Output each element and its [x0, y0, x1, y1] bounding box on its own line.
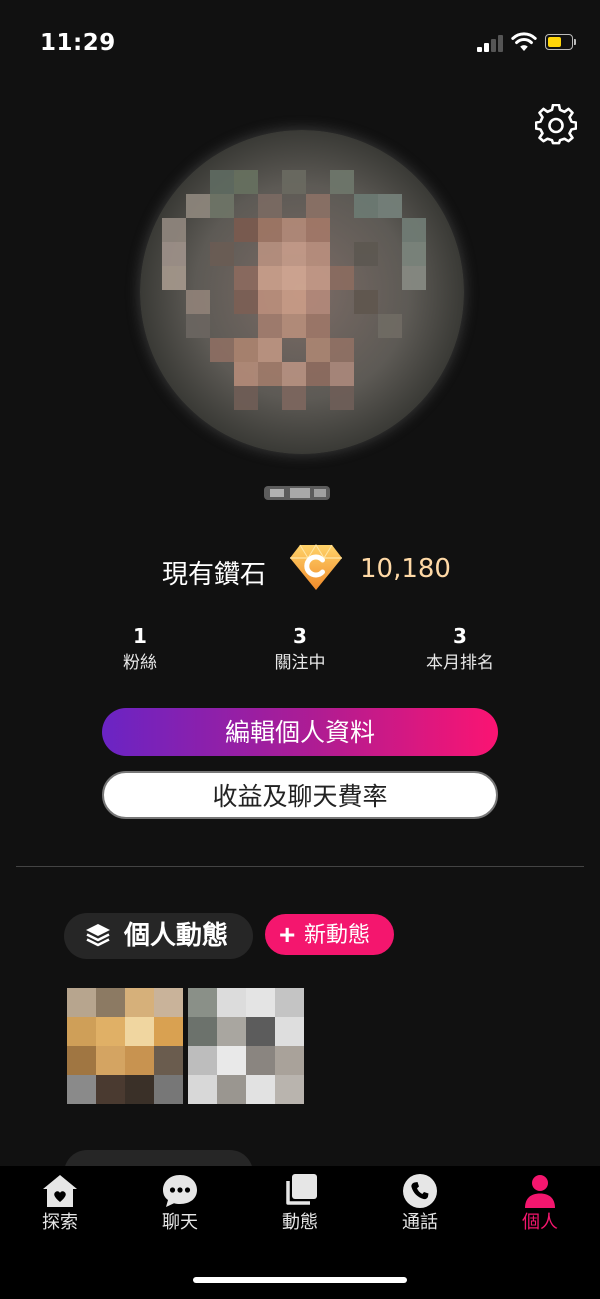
battery-icon [545, 34, 577, 52]
wifi-icon [511, 32, 537, 51]
profile-stats: 1 粉絲 3 關注中 3 本月排名 [0, 622, 600, 682]
stat-value: 1 [133, 624, 147, 648]
status-bar: 11:29 [0, 0, 600, 88]
diamond-icon [290, 544, 342, 590]
new-post-label: 新動態 [304, 922, 371, 947]
person-icon [525, 1175, 555, 1208]
gear-icon[interactable] [535, 104, 577, 146]
earnings-rates-button[interactable]: 收益及聊天費率 [102, 771, 498, 819]
status-time: 11:29 [40, 30, 116, 56]
tab-label: 探索 [42, 1212, 78, 1233]
edit-profile-button[interactable]: 編輯個人資料 [102, 708, 498, 756]
tab-explore[interactable]: 探索 [15, 1172, 105, 1242]
diamond-label: 現有鑽石 [162, 560, 267, 590]
bottom-tab-bar: 探索 聊天 動態 通話 個人 [0, 1166, 600, 1299]
tab-chat[interactable]: 聊天 [135, 1172, 225, 1242]
post-thumbnail[interactable] [188, 988, 304, 1104]
stat-label: 粉絲 [123, 653, 157, 673]
home-indicator[interactable] [193, 1277, 407, 1283]
stat-monthly-rank[interactable]: 3 本月排名 [400, 622, 520, 676]
stat-label: 關注中 [274, 653, 326, 673]
post-thumbnail[interactable] [67, 988, 183, 1104]
tab-feed[interactable]: 動態 [255, 1172, 345, 1242]
diamond-balance: 現有鑽石 10,180 [0, 540, 600, 596]
tab-calls[interactable]: 通話 [375, 1172, 465, 1242]
stacked-cards-icon [286, 1174, 317, 1205]
tab-profile[interactable]: 個人 [495, 1172, 585, 1242]
posts-section-header: 個人動態 [64, 913, 253, 959]
plus-icon: + [279, 919, 296, 950]
profile-avatar[interactable] [140, 130, 464, 454]
username-blurred [264, 486, 330, 500]
home-heart-icon [43, 1175, 77, 1207]
divider [16, 866, 584, 867]
cellular-signal-icon [477, 34, 505, 52]
diamond-count: 10,180 [360, 554, 451, 584]
stat-followers[interactable]: 1 粉絲 [80, 622, 200, 676]
chat-bubble-icon [163, 1175, 197, 1207]
stat-label: 本月排名 [426, 653, 494, 673]
new-post-button[interactable]: + 新動態 [265, 914, 394, 955]
stat-following[interactable]: 3 關注中 [240, 622, 360, 676]
tab-label: 個人 [522, 1212, 558, 1233]
tab-label: 聊天 [162, 1212, 198, 1233]
tab-label: 動態 [282, 1212, 318, 1233]
tab-label: 通話 [402, 1212, 438, 1233]
phone-icon [403, 1174, 437, 1208]
layers-icon [86, 924, 110, 947]
stat-value: 3 [293, 624, 307, 648]
posts-section-title: 個人動態 [124, 921, 229, 951]
stat-value: 3 [453, 624, 467, 648]
